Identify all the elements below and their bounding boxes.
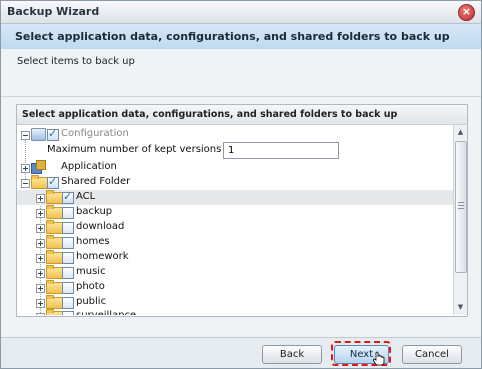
expand-icon[interactable] xyxy=(36,254,45,263)
backup-items-panel: Select application data, configurations,… xyxy=(16,104,468,317)
window-title: Backup Wizard xyxy=(7,5,100,18)
folder-icon xyxy=(46,309,63,315)
hand-cursor-icon xyxy=(373,351,385,366)
folder-checkbox[interactable] xyxy=(62,267,74,279)
folder-checkbox[interactable] xyxy=(62,311,74,315)
tree-item-shared-folder[interactable]: ✓ Shared Folder xyxy=(17,175,453,190)
folder-icon xyxy=(46,265,63,279)
title-bar: Backup Wizard × xyxy=(1,1,481,24)
folder-icon xyxy=(46,190,63,204)
expand-icon[interactable] xyxy=(36,313,45,315)
expand-icon[interactable] xyxy=(36,209,45,218)
folder-icon xyxy=(46,295,63,309)
wizard-header-title: Select application data, configurations,… xyxy=(15,30,450,43)
folder-label: homes xyxy=(76,236,110,247)
folder-label: surveillance xyxy=(76,310,136,315)
max-versions-label: Maximum number of kept versions xyxy=(47,144,222,155)
folder-label: music xyxy=(76,266,106,277)
folder-checkbox[interactable] xyxy=(62,297,74,309)
application-label: Application xyxy=(61,161,117,172)
folder-row-photo[interactable]: photo xyxy=(17,280,453,295)
max-versions-input[interactable] xyxy=(223,142,339,159)
expand-icon[interactable] xyxy=(36,269,45,278)
tree-scrollbar[interactable]: ▲ ▼ xyxy=(453,125,467,315)
folder-checkbox[interactable] xyxy=(62,207,74,219)
expand-icon[interactable] xyxy=(36,194,45,203)
folder-icon xyxy=(46,280,63,294)
folder-row-public[interactable]: public xyxy=(17,295,453,310)
tree-item-configuration[interactable]: ✓ Configuration xyxy=(17,127,453,142)
divider xyxy=(1,96,481,97)
folder-checkbox[interactable] xyxy=(62,237,74,249)
expand-icon[interactable] xyxy=(36,299,45,308)
folder-label: homework xyxy=(76,251,129,262)
folder-row-download[interactable]: download xyxy=(17,220,453,235)
folder-label: ACL xyxy=(76,191,96,202)
folder-label: photo xyxy=(76,281,105,292)
panel-header: Select application data, configurations,… xyxy=(17,105,467,125)
folder-checkbox[interactable]: ✓ xyxy=(62,190,74,204)
expand-icon[interactable] xyxy=(36,224,45,233)
collapse-icon[interactable] xyxy=(21,131,30,140)
folder-checkbox[interactable] xyxy=(62,282,74,294)
max-versions-row: Maximum number of kept versions xyxy=(17,142,453,160)
folder-row-backup[interactable]: backup xyxy=(17,205,453,220)
folder-icon xyxy=(46,205,63,219)
folder-icon xyxy=(46,235,63,249)
folder-icon xyxy=(46,220,63,234)
folder-row-surveillance[interactable]: surveillance xyxy=(17,309,453,315)
panel-title: Select application data, configurations,… xyxy=(22,109,398,120)
backup-wizard-window: Backup Wizard × Select application data,… xyxy=(0,0,482,369)
scroll-up-icon[interactable]: ▲ xyxy=(455,127,466,138)
collapse-icon[interactable] xyxy=(21,179,30,188)
expand-icon[interactable] xyxy=(36,239,45,248)
shared-folder-label: Shared Folder xyxy=(61,176,131,187)
folder-row-homes[interactable]: homes xyxy=(17,235,453,250)
cancel-button[interactable]: Cancel xyxy=(402,345,462,364)
configuration-icon xyxy=(31,128,46,141)
configuration-checkbox[interactable]: ✓ xyxy=(47,127,59,141)
shared-folder-checkbox[interactable]: ✓ xyxy=(47,175,59,189)
wizard-header: Select application data, configurations,… xyxy=(1,24,481,49)
folder-row-music[interactable]: music xyxy=(17,265,453,280)
wizard-subtitle: Select items to back up xyxy=(17,56,135,67)
folder-checkbox[interactable] xyxy=(62,222,74,234)
scroll-down-icon[interactable]: ▼ xyxy=(455,302,466,313)
back-button[interactable]: Back xyxy=(262,345,322,364)
application-icon xyxy=(31,160,46,174)
scrollbar-thumb[interactable] xyxy=(455,141,467,273)
folder-label: backup xyxy=(76,206,113,217)
tree-item-application[interactable]: Application xyxy=(17,160,453,175)
folder-checkbox[interactable] xyxy=(62,252,74,264)
folder-label: download xyxy=(76,221,125,232)
folder-icon xyxy=(46,250,63,264)
folder-icon xyxy=(31,175,48,189)
folder-label: public xyxy=(76,296,107,307)
expand-icon[interactable] xyxy=(21,164,30,173)
close-icon[interactable]: × xyxy=(458,4,475,21)
folder-row-acl[interactable]: ✓ ACL xyxy=(17,190,453,205)
backup-tree: ✓ Configuration Maximum number of kept v… xyxy=(17,125,453,315)
folder-row-homework[interactable]: homework xyxy=(17,250,453,265)
configuration-label: Configuration xyxy=(61,128,129,139)
expand-icon[interactable] xyxy=(36,284,45,293)
